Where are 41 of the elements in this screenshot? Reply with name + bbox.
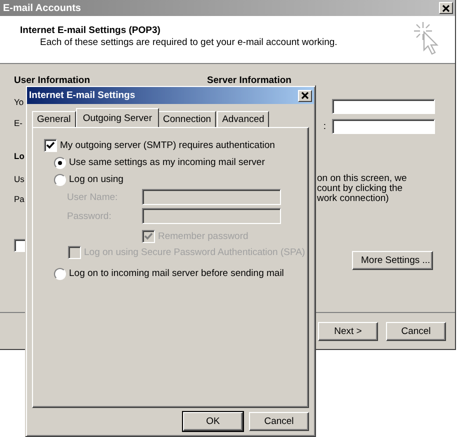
tab[interactable]: Advanced — [217, 111, 270, 127]
dialog-button[interactable]: Cancel — [249, 412, 309, 431]
header-subtitle: Each of these settings are required to get your e-mail account working. — [40, 37, 338, 48]
text-field[interactable] — [332, 119, 435, 134]
option-label: Log on to incoming mail server before sending mail — [69, 267, 284, 280]
info-text-line: count by clicking the — [317, 184, 404, 194]
close-button[interactable] — [298, 90, 312, 102]
text-field[interactable] — [142, 189, 281, 205]
option-label: Log on using — [69, 173, 124, 186]
option-label: Use same settings as my incoming mail server — [69, 156, 265, 169]
field-label: Lo — [14, 150, 24, 163]
checkbox[interactable] — [44, 139, 57, 152]
field-label: Pa — [14, 193, 24, 206]
info-text-line: work connection) — [317, 194, 390, 204]
radio-button[interactable] — [54, 268, 66, 280]
tab[interactable]: Connection — [158, 111, 216, 127]
more-settings-button[interactable]: More Settings ... — [352, 251, 433, 270]
close-icon — [442, 4, 450, 12]
info-text-line: on on this screen, we — [317, 174, 407, 184]
dialog-title: Internet E-mail Settings — [29, 90, 136, 101]
tab[interactable]: Outgoing Server — [76, 108, 159, 127]
field-label: : — [323, 121, 326, 132]
dialog-button[interactable]: OK — [183, 412, 243, 431]
cursor-icon — [413, 21, 441, 57]
wizard-button[interactable]: Next > — [318, 322, 378, 341]
close-button[interactable] — [439, 2, 453, 14]
field-label: E- — [14, 117, 22, 130]
text-field[interactable] — [142, 208, 281, 224]
option-label: My outgoing server (SMTP) requires authentication — [60, 139, 275, 152]
section-heading: Server Information — [207, 74, 292, 87]
tab[interactable]: General — [32, 111, 76, 127]
radio-button[interactable] — [54, 174, 66, 186]
text-field[interactable] — [332, 99, 435, 114]
wizard-button[interactable]: Cancel — [386, 322, 446, 341]
radio-button[interactable] — [54, 156, 66, 168]
window-title: E-mail Accounts — [3, 2, 81, 14]
section-heading: User Information — [14, 74, 90, 87]
field-label: Yo — [14, 96, 24, 109]
header-title: Internet E-mail Settings (POP3) — [20, 25, 162, 36]
field-label: Us — [14, 173, 24, 186]
close-icon — [301, 92, 309, 99]
